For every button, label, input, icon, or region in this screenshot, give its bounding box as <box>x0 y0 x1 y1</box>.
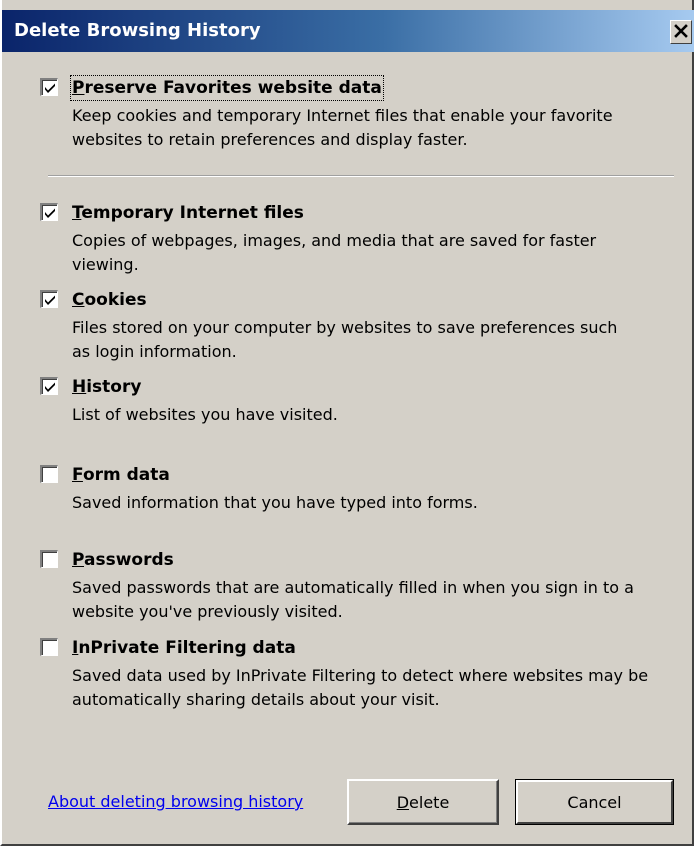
label-text: orm data <box>82 465 170 485</box>
checkmark-icon <box>45 83 55 93</box>
history-description: List of websites you have visited. <box>72 405 338 424</box>
label-text: reserve Favorites website data <box>84 78 382 98</box>
checkmark-icon <box>45 295 55 305</box>
access-key: P <box>72 550 85 570</box>
about-deleting-history-link[interactable]: About deleting browsing history <box>48 792 303 811</box>
history-checkbox[interactable] <box>40 377 58 395</box>
close-icon <box>674 23 688 42</box>
form-data-description: Saved information that you have typed in… <box>72 493 478 512</box>
inprivate-filtering-data-label[interactable]: InPrivate Filtering data <box>72 637 296 659</box>
cookies-description: Files stored on your computer by website… <box>72 318 618 361</box>
delete-button-label: Delete <box>397 793 450 812</box>
cancel-button[interactable]: Cancel <box>515 779 674 825</box>
access-key: T <box>72 203 82 223</box>
dialog-title: Delete Browsing History <box>14 20 261 41</box>
inprivate-filtering-data-description: Saved data used by InPrivate Filtering t… <box>72 666 649 709</box>
cancel-button-label: Cancel <box>567 792 622 812</box>
preserve-favorites-label[interactable]: Preserve Favorites website data <box>70 75 384 101</box>
cookies-checkbox[interactable] <box>40 290 58 308</box>
cancel-button-face: Cancel <box>516 780 673 824</box>
passwords-description: Saved passwords that are automatically f… <box>72 578 634 621</box>
access-key: P <box>72 78 85 98</box>
preserve-favorites-description: Keep cookies and temporary Internet file… <box>72 106 613 149</box>
label-text: nPrivate Filtering data <box>78 638 296 658</box>
access-key: C <box>72 290 85 310</box>
label-text: ookies <box>84 290 147 310</box>
temporary-internet-files-checkbox[interactable] <box>40 203 58 221</box>
close-button[interactable] <box>670 20 692 44</box>
label-text: elete <box>409 792 450 812</box>
temporary-internet-files-description: Copies of webpages, images, and media th… <box>72 231 597 274</box>
checkmark-icon <box>45 382 55 392</box>
label-text: emporary Internet files <box>81 203 304 223</box>
form-data-label[interactable]: Form data <box>72 464 170 486</box>
checkmark-icon <box>45 208 55 218</box>
inprivate-filtering-data-checkbox[interactable] <box>40 638 58 656</box>
cookies-label[interactable]: Cookies <box>72 289 147 311</box>
delete-browsing-history-dialog: Delete Browsing History Preserve Favorit… <box>0 0 694 846</box>
preserve-favorites-checkbox[interactable] <box>40 78 58 96</box>
section-divider <box>48 175 674 177</box>
title-bar[interactable]: Delete Browsing History <box>2 10 694 52</box>
form-data-checkbox[interactable] <box>40 465 58 483</box>
label-text: istory <box>86 377 142 397</box>
history-label[interactable]: History <box>72 376 141 398</box>
passwords-checkbox[interactable] <box>40 550 58 568</box>
access-key: H <box>72 377 87 397</box>
access-key: D <box>396 792 410 812</box>
passwords-label[interactable]: Passwords <box>72 549 174 571</box>
label-text: asswords <box>84 550 174 570</box>
temporary-internet-files-label[interactable]: Temporary Internet files <box>72 202 304 224</box>
delete-button[interactable]: Delete <box>347 779 499 825</box>
access-key: F <box>72 465 83 485</box>
